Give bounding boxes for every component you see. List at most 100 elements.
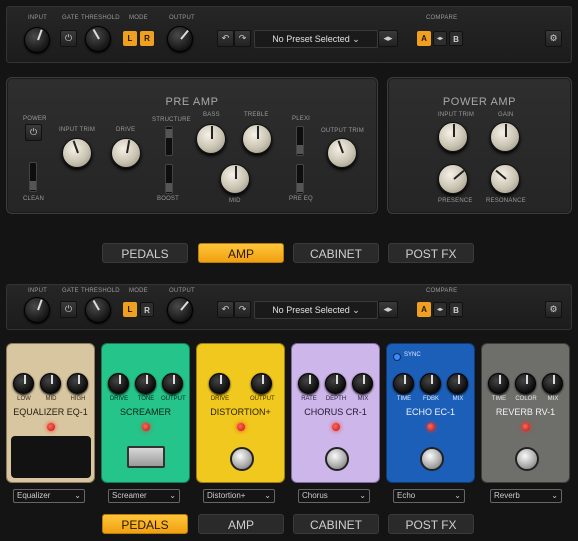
- preset-selector-2[interactable]: No Preset Selected ⌄: [254, 301, 378, 319]
- pedal-chorus[interactable]: RATE DEPTH MIX CHORUS CR-1: [291, 343, 380, 483]
- tab-cabinet-top[interactable]: CABINET: [293, 243, 379, 263]
- resonance-knob[interactable]: [490, 164, 520, 194]
- echo-sync-led[interactable]: [393, 353, 401, 361]
- echo-fdbk-knob[interactable]: [420, 373, 441, 394]
- screamer-tone-label: TONE: [137, 396, 155, 402]
- power-amp-title: POWER AMP: [442, 96, 517, 108]
- clean-switch[interactable]: [29, 162, 37, 192]
- undo-button-2[interactable]: ↶: [217, 301, 234, 318]
- screamer-dropdown[interactable]: Screamer ⌄: [108, 489, 180, 503]
- eq-high-knob[interactable]: [67, 373, 88, 394]
- chorus-rate-knob[interactable]: [298, 373, 319, 394]
- tab-post-fx-top[interactable]: POST FX: [388, 243, 474, 263]
- screamer-footswitch[interactable]: [127, 446, 165, 468]
- chorus-mix-knob[interactable]: [352, 373, 373, 394]
- screamer-drive-knob[interactable]: [108, 373, 129, 394]
- pedal-reverb[interactable]: TIME COLOR MIX REVERB RV-1: [481, 343, 570, 483]
- reverb-dropdown[interactable]: Reverb ⌄: [490, 489, 562, 503]
- pre-input-trim-knob[interactable]: [62, 138, 92, 168]
- chorus-footswitch[interactable]: [325, 447, 349, 471]
- screamer-name: SCREAMER: [119, 407, 171, 417]
- structure-switch[interactable]: [165, 126, 173, 156]
- output-trim-knob[interactable]: [327, 138, 357, 168]
- compare-copy-arrows[interactable]: ◂▸: [433, 31, 447, 46]
- power-amp-panel: POWER AMP INPUT TRIM GAIN PRESENCE RESON…: [387, 77, 572, 214]
- distortion-footswitch[interactable]: [230, 447, 254, 471]
- echo-footswitch[interactable]: [420, 447, 444, 471]
- plexi-switch[interactable]: [296, 126, 304, 156]
- chorus-dropdown[interactable]: Chorus ⌄: [298, 489, 370, 503]
- reverb-footswitch[interactable]: [515, 447, 539, 471]
- tab-post-fx-bottom[interactable]: POST FX: [388, 514, 474, 534]
- redo-button-2[interactable]: ↷: [234, 301, 251, 318]
- echo-fdbk-label: FDBK: [422, 396, 439, 402]
- undo-button[interactable]: ↶: [217, 30, 234, 47]
- gate-power-button[interactable]: ⏻: [60, 30, 77, 47]
- echo-time-knob[interactable]: [393, 373, 414, 394]
- mode-r-button-2[interactable]: R: [140, 302, 154, 317]
- pedal-distortion[interactable]: DRIVE OUTPUT DISTORTION+: [196, 343, 285, 483]
- boost-switch[interactable]: [165, 164, 173, 194]
- echo-dropdown[interactable]: Echo ⌄: [393, 489, 465, 503]
- pedal-echo[interactable]: SYNC TIME FDBK MIX ECHO EC-1: [386, 343, 475, 483]
- mode-r-button[interactable]: R: [140, 31, 154, 46]
- tab-amp-bottom[interactable]: AMP: [198, 514, 284, 534]
- threshold-knob-2[interactable]: [85, 297, 111, 323]
- compare-a-button[interactable]: A: [417, 31, 431, 46]
- pedal-screamer[interactable]: DRIVE TONE OUTPUT SCREAMER: [101, 343, 190, 483]
- compare-b-button-2[interactable]: B: [449, 302, 463, 317]
- settings-gear-icon[interactable]: ⚙: [545, 30, 562, 47]
- preset-nav-arrows-2[interactable]: ◂▸: [378, 301, 398, 318]
- pre-amp-title: PRE AMP: [165, 96, 219, 108]
- reverb-mix-knob[interactable]: [542, 373, 563, 394]
- power-input-trim-knob[interactable]: [438, 122, 468, 152]
- output-knob[interactable]: [167, 26, 193, 52]
- treble-knob[interactable]: [242, 124, 272, 154]
- pre-amp-power-button[interactable]: ⏻: [25, 124, 42, 141]
- tab-pedals-top[interactable]: PEDALS: [102, 243, 188, 263]
- distortion-output-knob[interactable]: [251, 373, 272, 394]
- compare-copy-arrows-2[interactable]: ◂▸: [433, 302, 447, 317]
- reverb-color-label: COLOR: [515, 396, 537, 402]
- chevron-down-icon: ⌄: [169, 491, 176, 500]
- threshold-knob[interactable]: [85, 26, 111, 52]
- equalizer-footswitch[interactable]: [11, 436, 91, 478]
- mode-l-button-2[interactable]: L: [123, 302, 137, 317]
- tab-cabinet-bottom[interactable]: CABINET: [293, 514, 379, 534]
- bass-knob[interactable]: [196, 124, 226, 154]
- gain-knob[interactable]: [490, 122, 520, 152]
- distortion-dropdown[interactable]: Distortion+ ⌄: [203, 489, 275, 503]
- compare-a-button-2[interactable]: A: [417, 302, 431, 317]
- threshold-label: THRESHOLD: [81, 15, 120, 21]
- preset-nav-arrows[interactable]: ◂▸: [378, 30, 398, 47]
- pre-eq-label: PRE EQ: [289, 196, 313, 202]
- reverb-color-knob[interactable]: [515, 373, 536, 394]
- settings-gear-icon-2[interactable]: ⚙: [545, 301, 562, 318]
- echo-mix-knob[interactable]: [447, 373, 468, 394]
- eq-low-knob[interactable]: [13, 373, 34, 394]
- pedal-equalizer[interactable]: LOW MID HIGH EQUALIZER EQ-1: [6, 343, 95, 483]
- pre-eq-switch[interactable]: [296, 164, 304, 194]
- chorus-depth-knob[interactable]: [325, 373, 346, 394]
- distortion-drive-knob[interactable]: [209, 373, 230, 394]
- eq-mid-knob[interactable]: [40, 373, 61, 394]
- equalizer-dropdown[interactable]: Equalizer ⌄: [13, 489, 85, 503]
- tab-amp-top[interactable]: AMP: [198, 243, 284, 263]
- screamer-tone-knob[interactable]: [135, 373, 156, 394]
- presence-knob[interactable]: [438, 164, 468, 194]
- reverb-led: [522, 423, 530, 431]
- drive-knob[interactable]: [111, 138, 141, 168]
- redo-button[interactable]: ↷: [234, 30, 251, 47]
- tab-pedals-bottom[interactable]: PEDALS: [102, 514, 188, 534]
- compare-b-button[interactable]: B: [449, 31, 463, 46]
- top-control-bar: INPUT GATE ⏻ THRESHOLD MODE L R OUTPUT ↶…: [6, 6, 572, 63]
- input-knob[interactable]: [24, 27, 50, 53]
- reverb-time-knob[interactable]: [488, 373, 509, 394]
- gate-power-button-2[interactable]: ⏻: [60, 301, 77, 318]
- preset-selector[interactable]: No Preset Selected ⌄: [254, 30, 378, 48]
- mode-l-button[interactable]: L: [123, 31, 137, 46]
- input-knob-2[interactable]: [24, 297, 50, 323]
- mid-knob[interactable]: [220, 164, 250, 194]
- output-knob-2[interactable]: [167, 297, 193, 323]
- screamer-output-knob[interactable]: [162, 373, 183, 394]
